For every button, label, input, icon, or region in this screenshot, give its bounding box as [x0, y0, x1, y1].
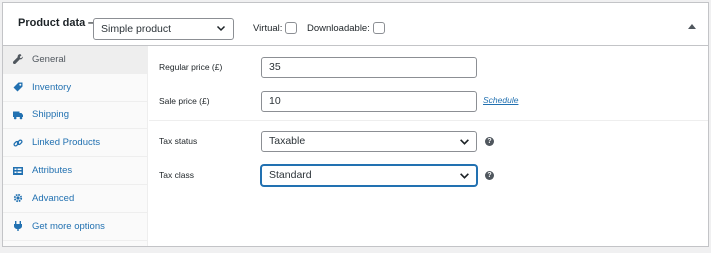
tax-class-select[interactable]: Standard [261, 165, 477, 186]
tax-class-help-icon[interactable]: ? [485, 171, 494, 180]
tab-inventory[interactable]: Inventory [3, 74, 147, 102]
virtual-label: Virtual: [253, 22, 283, 34]
schedule-link[interactable]: Schedule [483, 95, 518, 105]
tax-class-value: Standard [269, 169, 312, 181]
tab-general[interactable]: General [3, 46, 147, 74]
tax-status-help-icon[interactable]: ? [485, 137, 494, 146]
product-data-panel: Product data — Simple product Virtual: D… [2, 2, 709, 247]
tab-general-label: General [32, 53, 66, 65]
virtual-checkbox[interactable] [285, 22, 298, 34]
downloadable-label: Downloadable: [307, 22, 370, 34]
section-divider [149, 120, 708, 121]
link-icon [11, 137, 25, 149]
tab-attributes[interactable]: Attributes [3, 157, 147, 185]
sale-price-label: Sale price (£) [159, 96, 210, 106]
tab-linked-products[interactable]: Linked Products [3, 129, 147, 158]
chevron-down-icon [460, 139, 469, 145]
truck-icon [11, 109, 25, 121]
tab-get-more-options-label: Get more options [32, 220, 105, 232]
downloadable-checkbox[interactable] [372, 22, 385, 34]
tab-shipping-label: Shipping [32, 109, 69, 121]
tax-status-select[interactable]: Taxable [261, 131, 477, 152]
regular-price-value: 35 [269, 61, 281, 73]
virtual-option[interactable]: Virtual: [253, 22, 298, 34]
product-data-tabs: General Inventory Shipping Linked Produc… [3, 46, 148, 246]
product-type-select[interactable]: Simple product [93, 18, 234, 40]
tab-advanced-label: Advanced [32, 192, 75, 204]
panel-title: Product data — [18, 17, 100, 29]
wrench-icon [11, 53, 25, 65]
list-icon [11, 165, 25, 177]
tab-get-more-options[interactable]: Get more options [3, 213, 147, 241]
tab-inventory-label: Inventory [32, 81, 72, 93]
tab-shipping[interactable]: Shipping [3, 102, 147, 130]
gear-icon [11, 192, 25, 204]
tab-advanced[interactable]: Advanced [3, 185, 147, 213]
panel-header: Product data — Simple product Virtual: D… [3, 3, 708, 46]
tag-icon [11, 81, 25, 93]
regular-price-input[interactable]: 35 [261, 57, 477, 78]
regular-price-label: Regular price (£) [159, 62, 223, 72]
sale-price-value: 10 [269, 95, 281, 107]
product-type-value: Simple product [101, 23, 172, 35]
plugin-icon [11, 220, 25, 232]
downloadable-option[interactable]: Downloadable: [307, 22, 385, 34]
collapse-arrow-icon[interactable] [688, 24, 696, 29]
tax-status-label: Tax status [159, 136, 198, 146]
chevron-down-icon [216, 25, 226, 32]
chevron-down-icon [460, 173, 469, 179]
tax-status-value: Taxable [269, 135, 306, 147]
tab-linked-products-label: Linked Products [32, 137, 101, 149]
tax-class-label: Tax class [159, 170, 194, 180]
general-panel: Regular price (£) 35 Sale price (£) 10 S… [149, 46, 708, 246]
sale-price-input[interactable]: 10 [261, 91, 477, 112]
tab-attributes-label: Attributes [32, 165, 73, 177]
